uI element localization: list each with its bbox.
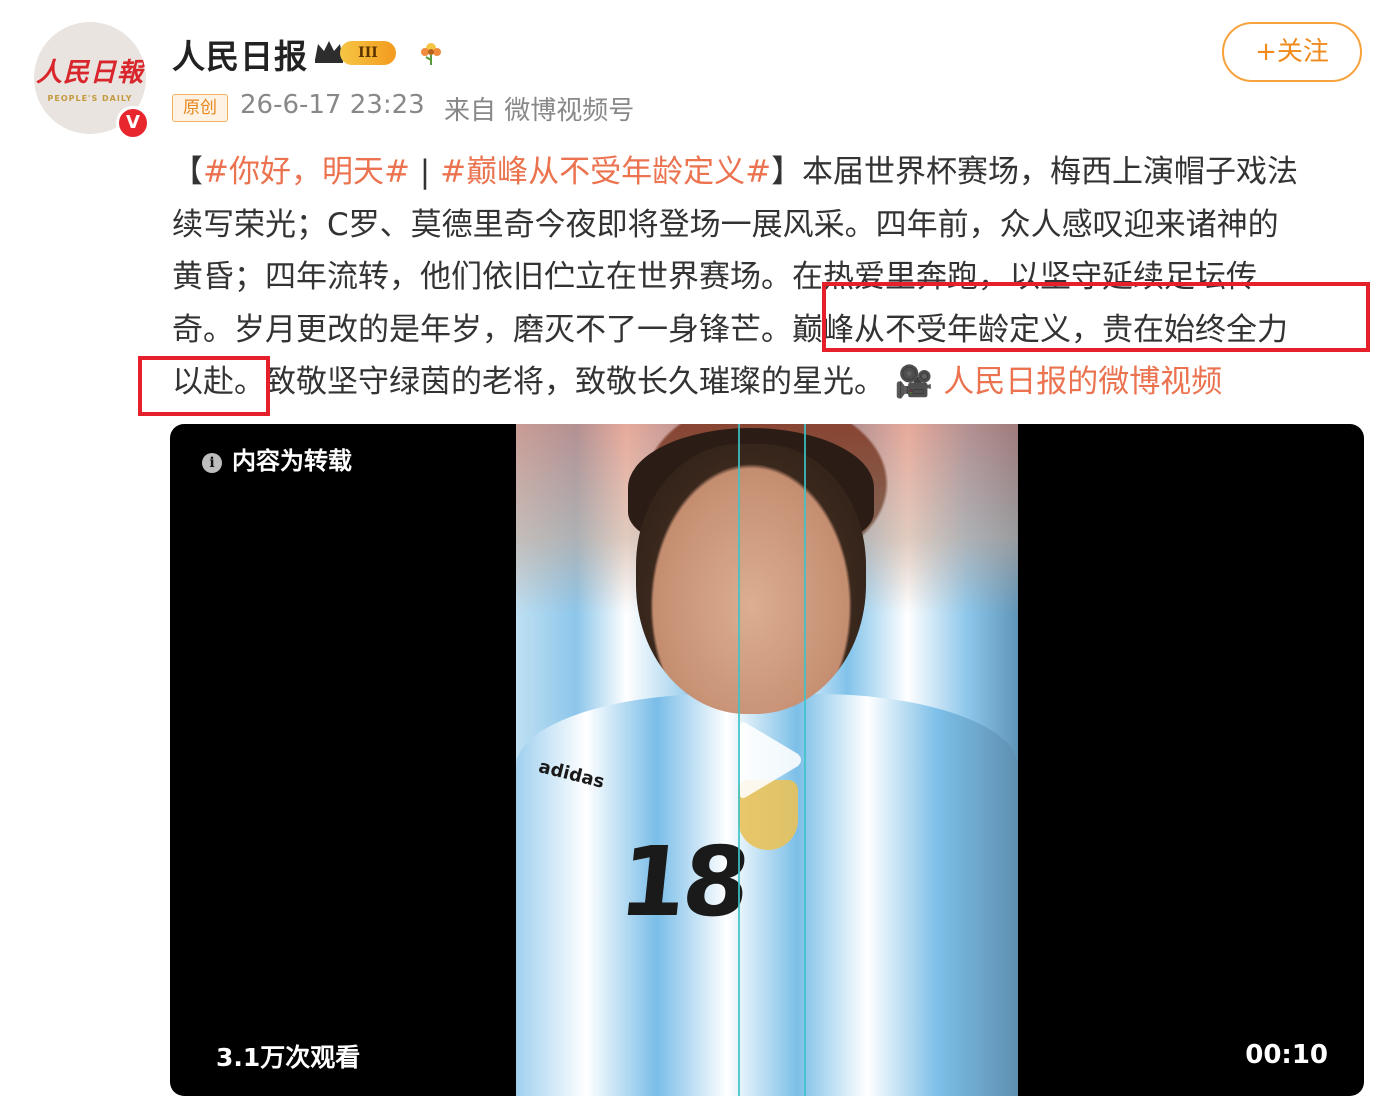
weibo-post: 人民日報 PEOPLE'S DAILY V 人民日报 III +关注 原创 26… [0, 0, 1396, 1116]
video-guide-line-right [804, 424, 806, 1096]
account-name[interactable]: 人民日报 [172, 30, 308, 78]
reprint-label: i 内容为转载 [202, 446, 352, 476]
post-body: 【#你好，明天# | #巅峰从不受年龄定义#】本届世界杯赛场，梅西上演帽子戏法续… [172, 146, 1372, 409]
video-player-head [636, 444, 866, 714]
highlight-box-line-4 [822, 282, 1370, 352]
post-line: 以赴。致敬坚守绿茵的老将，致敬长久璀璨的星光。 🎥 人民日报的微博视频 [172, 356, 1372, 409]
info-icon: i [202, 453, 222, 473]
flower-icon [421, 43, 441, 65]
level-badge: III [340, 41, 396, 65]
topic-link[interactable]: #你好，明天# [203, 154, 410, 190]
highlight-box-line-5 [138, 356, 270, 416]
video-duration: 00:10 [1245, 1040, 1328, 1070]
topic-link[interactable]: #巅峰从不受年龄定义# [440, 154, 771, 190]
post-text-segment: 续写荣光；C罗、莫德里奇今夜即将登场一展风采。四年前，众人感叹迎来诸神的 [172, 206, 1279, 243]
avatar-logo: 人民日報 [35, 58, 144, 88]
reprint-text: 内容为转载 [232, 447, 352, 475]
original-tag: 原创 [172, 94, 228, 122]
view-count: 3.1万次观看 [216, 1043, 361, 1072]
avatar-subtitle: PEOPLE'S DAILY [47, 94, 133, 103]
post-text-segment: 】本届世界杯赛场，梅西上演帽子戏法 [771, 154, 1299, 190]
follow-button[interactable]: +关注 [1222, 22, 1362, 82]
post-text-segment: 以赴。致敬坚守绿茵的老将，致敬长久璀璨的星光。 [172, 364, 895, 400]
play-icon[interactable] [734, 720, 804, 800]
video-player[interactable]: adidas 18 i 内容为转载 3.1万次观看 00:10 [170, 424, 1364, 1096]
post-line: 续写荣光；C罗、莫德里奇今夜即将登场一展风采。四年前，众人感叹迎来诸神的 [172, 199, 1372, 252]
post-text-segment: | [409, 154, 441, 190]
post-timestamp[interactable]: 26-6-17 23:23 [240, 90, 425, 120]
weibo-video-link[interactable]: 🎥 人民日报的微博视频 [895, 364, 1222, 400]
post-source[interactable]: 来自 微博视频号 [444, 90, 634, 127]
verified-icon: V [116, 106, 150, 140]
post-text-segment: 【 [172, 154, 203, 190]
post-line: 【#你好，明天# | #巅峰从不受年龄定义#】本届世界杯赛场，梅西上演帽子戏法 [172, 146, 1372, 199]
jersey-number: 18 [614, 826, 752, 938]
